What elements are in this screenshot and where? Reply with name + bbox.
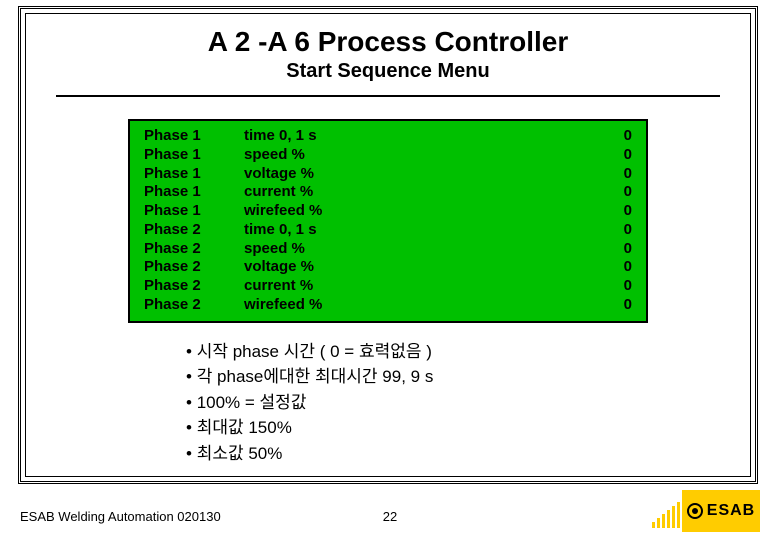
panel-phase: Phase 1 xyxy=(144,183,244,202)
panel-row: Phase 1current %0 xyxy=(144,183,632,202)
footer: ESAB Welding Automation 020130 22 ESAB xyxy=(0,494,780,534)
slide-subtitle: Start Sequence Menu xyxy=(26,60,750,83)
esab-logo: ESAB xyxy=(682,490,760,532)
panel-param: wirefeed % xyxy=(244,296,592,315)
parameter-panel: Phase 1time 0, 1 s0Phase 1speed %0Phase … xyxy=(128,119,648,323)
panel-value: 0 xyxy=(592,146,632,165)
logo-dot-icon xyxy=(687,503,703,519)
panel-row: Phase 2current %0 xyxy=(144,277,632,296)
panel-row: Phase 1wirefeed %0 xyxy=(144,202,632,221)
panel-value: 0 xyxy=(592,221,632,240)
panel-param: current % xyxy=(244,277,592,296)
bullet-item: 최대값 150% xyxy=(186,415,750,441)
panel-phase: Phase 1 xyxy=(144,202,244,221)
panel-param: time 0, 1 s xyxy=(244,127,592,146)
panel-row: Phase 2wirefeed %0 xyxy=(144,296,632,315)
panel-row: Phase 1time 0, 1 s0 xyxy=(144,127,632,146)
panel-phase: Phase 2 xyxy=(144,240,244,259)
panel-phase: Phase 2 xyxy=(144,258,244,277)
panel-phase: Phase 2 xyxy=(144,296,244,315)
slide-title: A 2 -A 6 Process Controller xyxy=(26,26,750,58)
bullet-item: 100% = 설정값 xyxy=(186,390,750,416)
panel-row: Phase 2time 0, 1 s0 xyxy=(144,221,632,240)
panel-value: 0 xyxy=(592,165,632,184)
panel-value: 0 xyxy=(592,202,632,221)
panel-phase: Phase 2 xyxy=(144,221,244,240)
panel-phase: Phase 1 xyxy=(144,146,244,165)
bullet-list: 시작 phase 시간 ( 0 = 효력없음 )각 phase에대한 최대시간 … xyxy=(186,339,750,467)
panel-param: current % xyxy=(244,183,592,202)
bullet-item: 시작 phase 시간 ( 0 = 효력없음 ) xyxy=(186,339,750,365)
divider xyxy=(56,95,720,97)
panel-phase: Phase 2 xyxy=(144,277,244,296)
panel-value: 0 xyxy=(592,258,632,277)
panel-param: speed % xyxy=(244,146,592,165)
panel-row: Phase 1speed %0 xyxy=(144,146,632,165)
slide-frame-inner: A 2 -A 6 Process Controller Start Sequen… xyxy=(25,13,751,477)
panel-param: speed % xyxy=(244,240,592,259)
panel-row: Phase 2speed %0 xyxy=(144,240,632,259)
panel-phase: Phase 1 xyxy=(144,165,244,184)
bullet-item: 각 phase에대한 최대시간 99, 9 s xyxy=(186,364,750,390)
panel-value: 0 xyxy=(592,240,632,259)
logo-text: ESAB xyxy=(707,502,755,520)
panel-value: 0 xyxy=(592,277,632,296)
panel-param: voltage % xyxy=(244,165,592,184)
panel-param: wirefeed % xyxy=(244,202,592,221)
panel-phase: Phase 1 xyxy=(144,127,244,146)
panel-row: Phase 2voltage %0 xyxy=(144,258,632,277)
panel-value: 0 xyxy=(592,183,632,202)
slide-frame: A 2 -A 6 Process Controller Start Sequen… xyxy=(18,6,758,484)
panel-value: 0 xyxy=(592,296,632,315)
panel-value: 0 xyxy=(592,127,632,146)
panel-row: Phase 1voltage %0 xyxy=(144,165,632,184)
bullet-item: 최소값 50% xyxy=(186,441,750,467)
logo-bars-icon xyxy=(652,502,680,528)
panel-param: voltage % xyxy=(244,258,592,277)
panel-param: time 0, 1 s xyxy=(244,221,592,240)
